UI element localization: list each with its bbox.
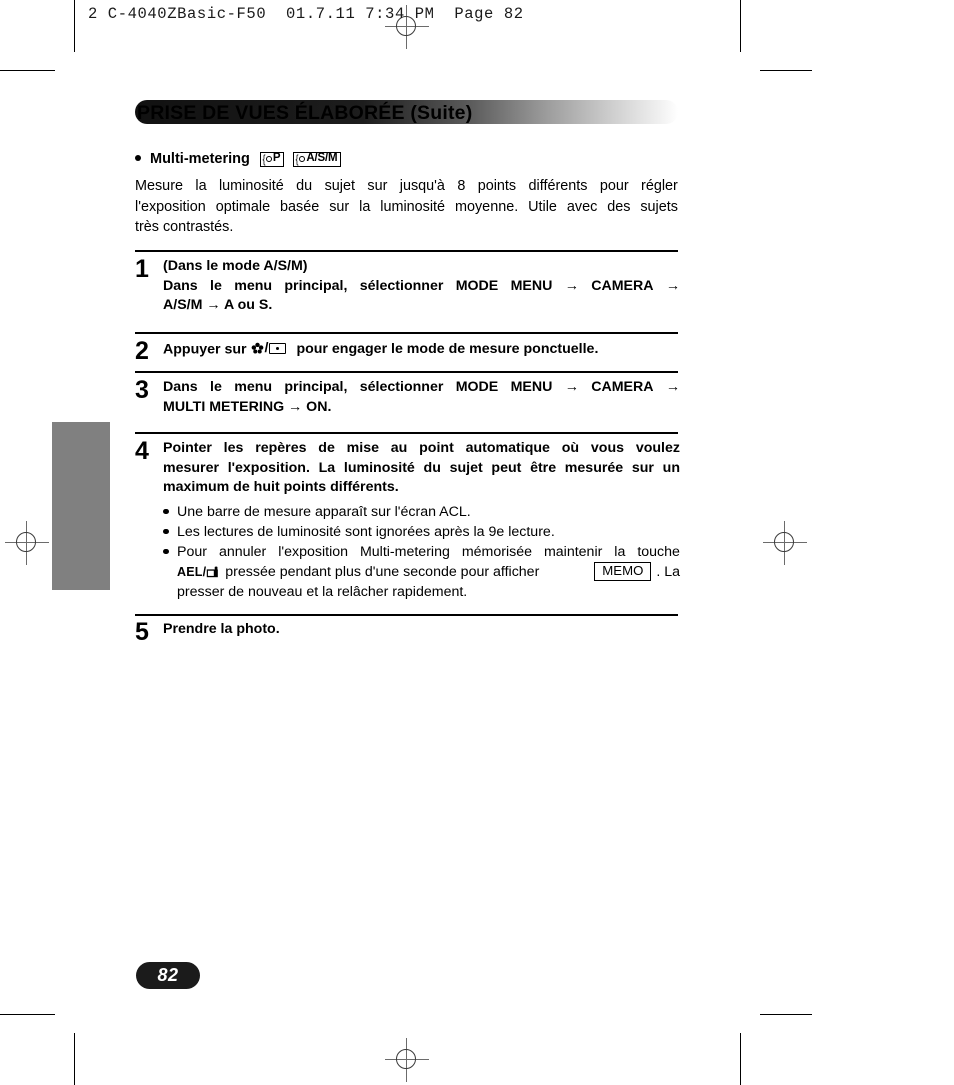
page-title: PRISE DE VUES ÉLABORÉE (Suite)	[137, 102, 473, 124]
crop-mark-bottom-right-horizontal	[760, 1014, 812, 1015]
crop-mark-bottom-right-vertical	[740, 1033, 741, 1085]
step-4-body: Pointer les repères de mise au point automatiqu…	[163, 439, 680, 498]
bullet-dot-icon	[163, 508, 169, 514]
subsection-heading: Multi-metering { P { A/S/M	[135, 151, 342, 167]
step-3-number: 3	[135, 376, 149, 404]
bullet-dot-icon	[135, 155, 141, 161]
step-2-body: Appuyer sur / pour engager le mode de me…	[163, 339, 680, 360]
dial-ring-icon	[299, 156, 306, 162]
dial-brace-icon: {	[262, 152, 266, 166]
print-order-icon	[207, 565, 219, 577]
step-4-note-3-mid-text: pressée pendant plus d'une seconde pour …	[225, 563, 540, 580]
step-4-note-3-continuation: AEL/ pressée pendant plus d'une seconde …	[177, 562, 680, 582]
step-4-note-3-last-line: presser de nouveau et la relâcher rapide…	[177, 583, 468, 600]
step-4-note-3-after-box: . La	[656, 563, 680, 580]
step-4: 4 Pointer les repères de mise au point automati…	[135, 439, 680, 602]
subsection-heading-label: Multi-metering	[150, 151, 250, 167]
chapter-thumb-tab	[52, 422, 110, 590]
step-2-text-before: Appuyer sur	[163, 341, 247, 358]
page-number-badge: 82	[136, 962, 200, 989]
mode-badge-asm: { A/S/M	[293, 151, 342, 167]
step-3-line-1: Dans le menu principal, sélectionner MODE MENU…	[163, 379, 680, 395]
divider-above-step-4	[135, 432, 678, 434]
step-4-note-3: Pour annuler l'exposition Multi-metering mém…	[163, 542, 680, 602]
step-1-line-1: (Dans le mode A/S/M)	[163, 258, 308, 274]
step-2-button-icons: /	[251, 339, 287, 359]
crop-mark-bottom-left-vertical	[74, 1033, 75, 1085]
registration-mark-right	[763, 521, 807, 565]
divider-above-step-3	[135, 371, 678, 373]
registration-ring	[16, 532, 36, 552]
intro-line-3: très contrastés.	[135, 219, 234, 235]
step-4-line-2: mesurer l'exposition. La luminosité du sujet p…	[163, 459, 680, 476]
step-5-line-1: Prendre la photo.	[163, 621, 280, 637]
step-2: 2 Appuyer sur / pour engager le mode de …	[135, 339, 680, 364]
crop-mark-top-left-vertical	[74, 0, 75, 52]
step-1-number: 1	[135, 255, 149, 283]
step-3-line-2: MULTI METERING → ON.	[163, 398, 332, 415]
divider-above-step-2	[135, 332, 678, 334]
step-2-number: 2	[135, 337, 149, 365]
bullet-dot-icon	[163, 548, 169, 554]
step-4-note-1: Une barre de mesure apparaît sur l'écran…	[163, 502, 680, 522]
registration-ring	[396, 1049, 416, 1069]
divider-above-step-5	[135, 614, 678, 616]
step-4-note-1-text: Une barre de mesure apparaît sur l'écran…	[177, 503, 471, 520]
intro-line-1: Mesure la luminosité du sujet sur jusqu'à 8 poin…	[135, 178, 678, 194]
step-4-line-1: Pointer les repères de mise au point automatiqu…	[163, 440, 680, 456]
memo-indicator-box: MEMO	[594, 562, 652, 581]
step-4-note-3-text: Pour annuler l'exposition Multi-metering mém…	[177, 543, 680, 560]
registration-ring	[774, 532, 794, 552]
crop-mark-top-right-horizontal	[760, 70, 812, 71]
ael-button-label: AEL/	[177, 564, 207, 579]
mode-badge-p-label: P	[272, 152, 281, 165]
dial-brace-icon: {	[295, 152, 299, 166]
crop-mark-top-right-vertical	[740, 0, 741, 52]
step-4-line-3: maximum de huit points différents.	[163, 479, 399, 495]
step-4-note-2-text: Les lectures de luminosité sont ignorées…	[177, 523, 555, 540]
bullet-dot-icon	[163, 528, 169, 534]
step-1-line-3: A/S/M → A ou S.	[163, 297, 273, 313]
imposition-file-header: 2 C-4040ZBasic-F50 01.7.11 7:34 PM Page …	[88, 5, 524, 23]
step-4-note-2: Les lectures de luminosité sont ignorées…	[163, 522, 680, 542]
intro-paragraph: Mesure la luminosité du sujet sur jusqu'à 8 poin…	[135, 176, 678, 238]
step-3-body: Dans le menu principal, sélectionner MODE MENU…	[163, 378, 680, 417]
intro-line-2: l'exposition optimale basée sur la luminosité…	[135, 198, 678, 215]
crop-mark-top-left-horizontal	[0, 70, 55, 71]
registration-mark-left	[5, 521, 49, 565]
step-4-notes: Une barre de mesure apparaît sur l'écran…	[163, 502, 680, 602]
dial-ring-icon	[265, 156, 272, 162]
mode-badge-asm-label: A/S/M	[306, 152, 338, 165]
step-4-number: 4	[135, 437, 149, 465]
step-1-line-2: Dans le menu principal, sélectionner MODE MENU…	[163, 277, 680, 294]
mode-badge-p: { P	[259, 151, 285, 167]
macro-flower-icon	[251, 343, 263, 354]
step-2-text-after: pour engager le mode de mesure ponctuell…	[296, 341, 599, 358]
step-5-number: 5	[135, 618, 149, 646]
step-5: 5 Prendre la photo.	[135, 620, 680, 645]
step-1-body: (Dans le mode A/S/M) Dans le menu principal…	[163, 257, 680, 316]
step-5-body: Prendre la photo.	[163, 620, 680, 640]
icon-separator-slash: /	[264, 340, 269, 356]
registration-mark-bottom	[385, 1038, 429, 1082]
step-3: 3 Dans le menu principal, sélectionner MODE ME…	[135, 378, 680, 417]
step-1: 1 (Dans le mode A/S/M) Dans le menu princip…	[135, 257, 680, 316]
spot-metering-icon	[269, 343, 287, 355]
crop-mark-bottom-left-horizontal	[0, 1014, 55, 1015]
divider-above-step-1	[135, 250, 678, 252]
